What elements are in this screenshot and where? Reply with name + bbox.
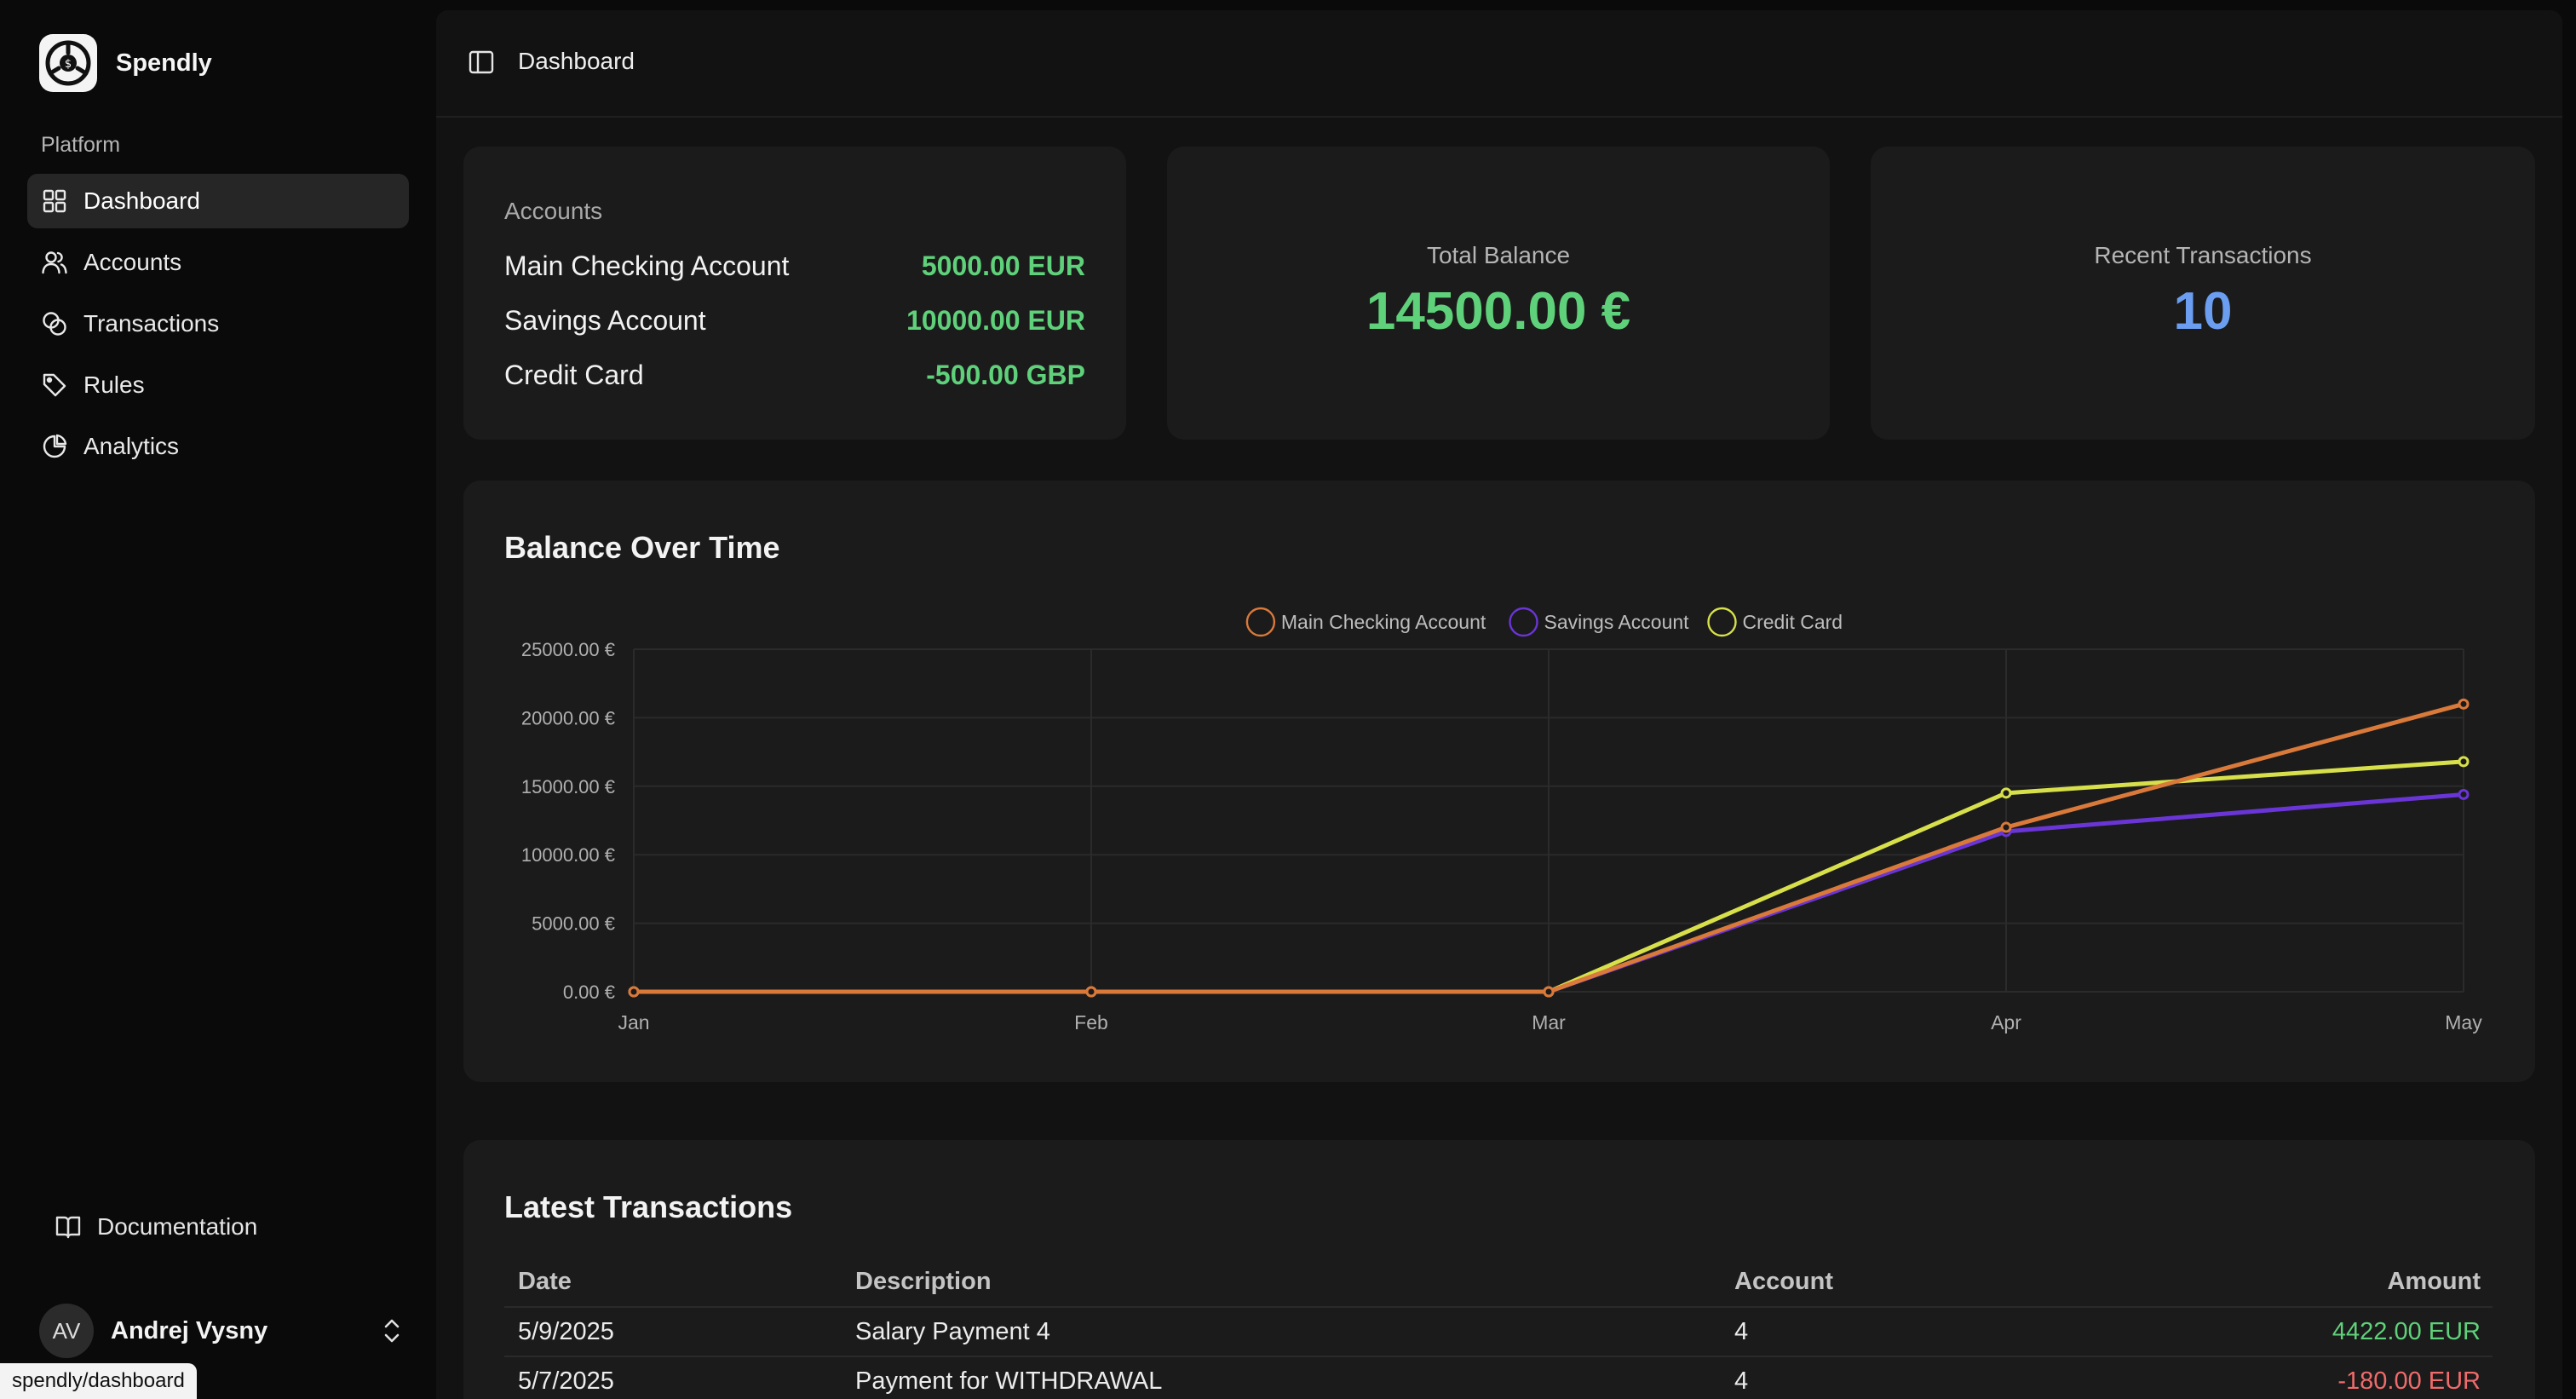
total-balance-label: Total Balance	[1426, 242, 1571, 268]
account-name: Credit Card	[504, 360, 644, 390]
recent-transactions-card: Recent Transactions 10	[1871, 147, 2535, 440]
balance-chart-card: Balance Over Time 0.00 €5000.00 €10000.0…	[463, 481, 2535, 1082]
account-row: Main Checking Account 5000.00 EUR	[504, 250, 1085, 282]
total-balance-card: Total Balance 14500.00 €	[1167, 147, 1830, 440]
sidebar-item-rules[interactable]: Rules	[27, 358, 409, 412]
latest-transactions-card: Latest Transactions Date Description Acc…	[463, 1140, 2535, 1399]
column-header-description[interactable]: Description	[842, 1258, 1721, 1308]
total-balance-value: 14500.00 €	[1366, 282, 1631, 341]
recent-transactions-label: Recent Transactions	[2094, 242, 2312, 268]
app-root: $ Spendly Platform Dashboard Accounts Tr…	[0, 0, 2576, 1399]
cell-account: 4	[1721, 1356, 2147, 1399]
grid-icon	[41, 187, 68, 215]
sidebar-item-analytics[interactable]: Analytics	[27, 419, 409, 474]
account-name: Savings Account	[504, 305, 706, 336]
tag-icon	[41, 371, 68, 399]
sidebar-item-dashboard[interactable]: Dashboard	[27, 174, 409, 228]
data-point	[1543, 986, 1555, 998]
column-header-amount[interactable]: Amount	[2147, 1258, 2493, 1308]
cell-description: Payment for WITHDRAWAL	[842, 1356, 1721, 1399]
x-tick-label: May	[2445, 1011, 2482, 1033]
status-url: spendly/dashboard	[0, 1363, 197, 1399]
cell-description: Salary Payment 4	[842, 1307, 1721, 1357]
column-header-account[interactable]: Account	[1721, 1258, 2147, 1308]
cell-date: 5/7/2025	[504, 1356, 842, 1399]
sidebar-nav: Dashboard Accounts Transactions Rules An…	[27, 174, 409, 481]
x-tick-label: Mar	[1532, 1011, 1566, 1033]
y-tick-label: 20000.00 €	[521, 707, 615, 728]
coins-icon	[41, 310, 68, 337]
pie-chart-icon	[41, 433, 68, 460]
transactions-title: Latest Transactions	[504, 1189, 793, 1224]
legend-marker	[1509, 607, 1538, 637]
account-row: Savings Account 10000.00 EUR	[504, 305, 1085, 337]
column-header-date[interactable]: Date	[504, 1258, 842, 1308]
sidebar-toggle-icon[interactable]	[469, 49, 497, 78]
y-tick-label: 5000.00 €	[532, 913, 615, 935]
legend-label: Savings Account	[1544, 611, 1690, 633]
data-point	[2000, 787, 2012, 799]
cell-account: 4	[1721, 1307, 2147, 1357]
sidebar-item-label: Transactions	[83, 310, 220, 337]
sidebar-item-accounts[interactable]: Accounts	[27, 235, 409, 290]
breadcrumb: Dashboard	[518, 48, 635, 74]
legend-label: Credit Card	[1743, 611, 1843, 633]
cell-amount: -180.00 EUR	[2147, 1356, 2493, 1399]
sidebar-item-label: Analytics	[83, 433, 180, 459]
y-tick-label: 25000.00 €	[521, 639, 615, 660]
y-tick-label: 10000.00 €	[521, 844, 615, 866]
data-point	[2458, 698, 2470, 710]
sidebar-item-label: Rules	[83, 371, 145, 398]
documentation-label: Documentation	[97, 1213, 258, 1240]
y-tick-label: 0.00 €	[563, 982, 615, 1003]
data-point	[2458, 788, 2470, 800]
brand-name: Spendly	[116, 49, 212, 77]
main-content: Dashboard Accounts Main Checking Account…	[436, 10, 2562, 1399]
y-tick-label: 15000.00 €	[521, 776, 615, 797]
data-point	[2458, 756, 2470, 768]
legend-marker	[1707, 607, 1737, 637]
user-menu[interactable]: AV Andrej Vysny	[39, 1304, 405, 1358]
account-balance: -500.00 GBP	[926, 360, 1085, 390]
table-header-row: Date Description Account Amount	[504, 1258, 2493, 1308]
table-row[interactable]: 5/7/2025 Payment for WITHDRAWAL 4 -180.0…	[504, 1356, 2493, 1399]
cell-amount: 4422.00 EUR	[2147, 1307, 2493, 1357]
topbar: Dashboard	[436, 10, 2562, 118]
accounts-card: Accounts Main Checking Account 5000.00 E…	[463, 147, 1126, 440]
section-label-platform: Platform	[41, 133, 121, 157]
accounts-card-title: Accounts	[504, 198, 603, 224]
data-point	[628, 986, 640, 998]
avatar: AV	[39, 1304, 94, 1358]
brand[interactable]: $ Spendly	[39, 34, 212, 92]
balance-line-chart: 0.00 € 5000.00 € 10000.00 € 15000.00 € 20000…	[521, 607, 2482, 1033]
user-name: Andrej Vysny	[111, 1316, 268, 1344]
x-tick-label: Apr	[1991, 1011, 2021, 1033]
account-balance: 10000.00 EUR	[906, 305, 1085, 336]
data-point	[1085, 986, 1097, 998]
transactions-table: Date Description Account Amount 5/9/2025…	[504, 1258, 2493, 1399]
account-name: Main Checking Account	[504, 250, 790, 281]
book-icon	[55, 1213, 82, 1241]
recent-transactions-value: 10	[2173, 282, 2233, 341]
account-row: Credit Card -500.00 GBP	[504, 360, 1085, 391]
x-tick-label: Feb	[1074, 1011, 1108, 1033]
table-row[interactable]: 5/9/2025 Salary Payment 4 4 4422.00 EUR	[504, 1307, 2493, 1357]
sidebar-item-label: Accounts	[83, 249, 182, 275]
x-tick-label: Jan	[618, 1011, 649, 1033]
svg-text:$: $	[65, 58, 72, 71]
sidebar-item-transactions[interactable]: Transactions	[27, 296, 409, 351]
cell-date: 5/9/2025	[504, 1307, 842, 1357]
documentation-link[interactable]: Documentation	[55, 1213, 257, 1241]
chevrons-up-down-icon[interactable]	[378, 1314, 405, 1348]
account-balance: 5000.00 EUR	[921, 250, 1085, 281]
sidebar-item-label: Dashboard	[83, 187, 200, 214]
users-icon	[41, 249, 68, 276]
spendly-logo-icon: $	[39, 34, 97, 92]
legend-marker	[1245, 607, 1276, 637]
legend-label: Main Checking Account	[1281, 611, 1486, 633]
data-point	[2000, 821, 2012, 833]
sidebar: $ Spendly Platform Dashboard Accounts Tr…	[0, 0, 434, 1399]
